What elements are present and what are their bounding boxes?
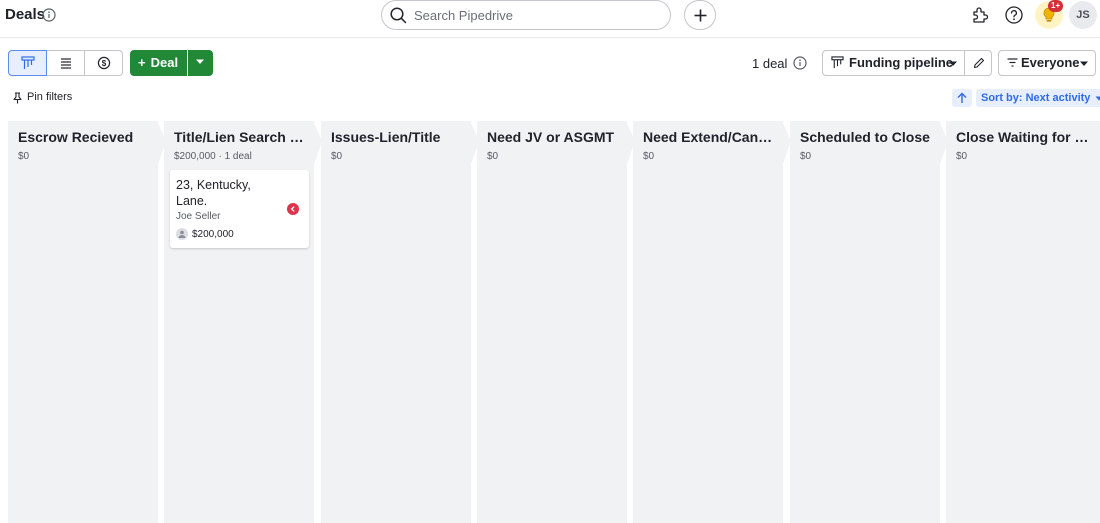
deal-card[interactable]: 23, Kentucky, Lane. Joe Seller $200,000: [170, 170, 309, 248]
caret-down-icon: [1079, 61, 1089, 67]
plus-icon: +: [138, 55, 146, 70]
sort-by-label: Sort by: Next activity: [981, 92, 1091, 104]
sort-direction-button[interactable]: [952, 89, 972, 107]
owner-filter[interactable]: Everyone: [998, 50, 1096, 76]
stage-summary: $0: [487, 151, 499, 162]
deal-title: 23, Kentucky, Lane.: [176, 178, 251, 208]
stage-summary: $0: [956, 151, 968, 162]
pin-icon: [13, 92, 22, 104]
stage-header[interactable]: Need JV or ASGMT $0: [477, 121, 635, 167]
help-icon[interactable]: [1004, 5, 1024, 25]
stage-name: Scheduled to Close: [800, 129, 930, 145]
stage-column: Title/Lien Search O... $200,000 · 1 deal 2…: [164, 121, 322, 523]
stage-header[interactable]: Need Extend/Cancel $0: [633, 121, 791, 167]
page-title: Deals: [5, 6, 46, 23]
overdue-activity-icon[interactable]: [287, 203, 299, 215]
arrow-up-icon: [957, 92, 967, 103]
svg-text:$: $: [102, 59, 107, 68]
pipeline-selector[interactable]: Funding pipeline: [822, 50, 965, 76]
stage-name: Title/Lien Search O...: [174, 129, 308, 145]
stage-column: Need Extend/Cancel $0: [633, 121, 791, 523]
pin-filters-label: Pin filters: [27, 91, 73, 103]
list-view-button[interactable]: [46, 50, 85, 76]
stage-header[interactable]: Title/Lien Search O... $200,000 · 1 deal: [164, 121, 322, 167]
forecast-icon: $: [97, 56, 111, 70]
stage-name: Issues-Lien/Title: [331, 129, 441, 145]
stage-name: Escrow Recieved: [18, 129, 134, 145]
quick-add-button[interactable]: [684, 0, 716, 30]
stage-header[interactable]: Close Waiting for $$ $0: [946, 121, 1100, 167]
stage-summary: $200,000 · 1 deal: [174, 151, 252, 162]
pencil-icon: [973, 57, 985, 69]
view-switcher: $: [8, 50, 123, 76]
search-input[interactable]: [414, 6, 654, 24]
kanban-icon: [831, 56, 844, 69]
caret-down-icon: [196, 59, 204, 64]
add-deal-button[interactable]: + Deal: [130, 50, 187, 76]
person-icon: [176, 228, 188, 240]
info-icon[interactable]: [42, 8, 56, 22]
forecast-view-button[interactable]: $: [84, 50, 123, 76]
info-icon[interactable]: [793, 56, 807, 70]
stage-summary: $0: [800, 151, 812, 162]
search-box[interactable]: [381, 0, 671, 30]
deal-value: $200,000: [192, 229, 234, 240]
deal-person: Joe Seller: [176, 211, 221, 222]
stage-summary: $0: [331, 151, 343, 162]
list-icon: [61, 58, 71, 69]
stage-header[interactable]: Escrow Recieved $0: [8, 121, 166, 167]
pipeline-label: Funding pipeline: [849, 55, 953, 70]
kanban-icon: [21, 56, 35, 69]
user-avatar[interactable]: JS: [1069, 1, 1097, 29]
top-bar: Deals 1+ JS: [0, 0, 1100, 38]
stage-column: Escrow Recieved $0: [8, 121, 166, 523]
kanban-view-button[interactable]: [8, 50, 47, 76]
stage-summary: $0: [18, 151, 30, 162]
stage-summary: $0: [643, 151, 655, 162]
stage-column: Scheduled to Close $0: [790, 121, 948, 523]
notification-badge: 1+: [1048, 0, 1064, 12]
stage-header[interactable]: Issues-Lien/Title $0: [321, 121, 479, 167]
stage-column: Issues-Lien/Title $0: [321, 121, 479, 523]
stage-column: Need JV or ASGMT $0: [477, 121, 635, 523]
stage-name: Need JV or ASGMT: [487, 129, 615, 145]
stage-name: Close Waiting for $$: [956, 129, 1090, 145]
stage-header[interactable]: Scheduled to Close $0: [790, 121, 948, 167]
stage-name: Need Extend/Cancel: [643, 129, 777, 145]
add-deal-dropdown[interactable]: [188, 50, 213, 76]
owner-filter-label: Everyone: [1021, 55, 1080, 70]
sort-by-dropdown[interactable]: Sort by: Next activity: [976, 89, 1100, 107]
caret-down-icon: [948, 61, 958, 67]
search-icon: [390, 7, 407, 24]
deal-count: 1 deal: [752, 56, 788, 71]
edit-pipeline-button[interactable]: [964, 50, 992, 76]
extensions-puzzle-icon[interactable]: [970, 5, 990, 25]
caret-down-icon: [1095, 96, 1100, 101]
stage-column: Close Waiting for $$ $0: [946, 121, 1100, 523]
filter-icon: [1007, 58, 1018, 67]
